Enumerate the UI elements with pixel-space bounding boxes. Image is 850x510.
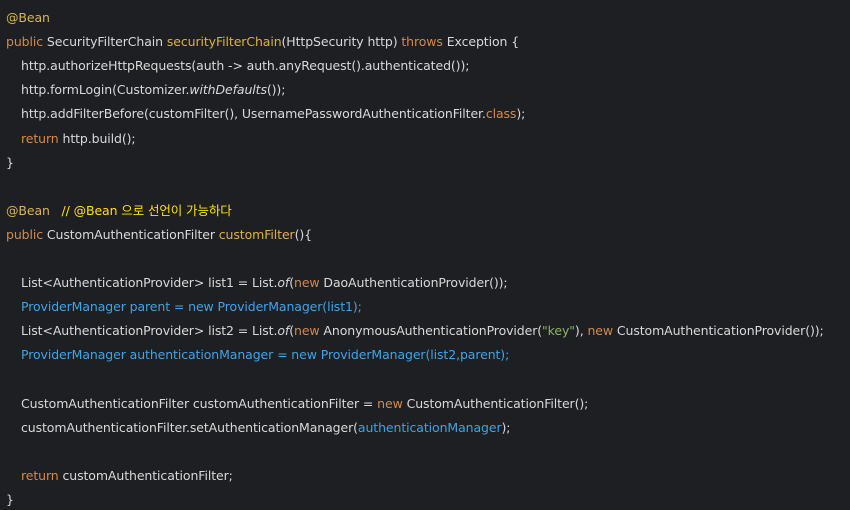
code-token: http.formLogin(Customizer. [21, 82, 190, 98]
code-line: public CustomAuthenticationFilter custom… [6, 225, 312, 245]
code-token: http.build(); [62, 130, 136, 146]
code-line: CustomAuthenticationFilter customAuthent… [21, 394, 588, 414]
code-token: "key" [542, 323, 575, 339]
code-token: ), [574, 323, 588, 339]
code-token: http.addFilterBefore(customFilter(), Use… [21, 106, 486, 122]
code-token: CustomAuthenticationFilter customAuthent… [21, 395, 378, 411]
code-token: customFilter [218, 226, 295, 242]
code-token: AnonymousAuthenticationProvider( [323, 323, 543, 339]
code-token: // @Bean 으로 선언이 가능하다 [61, 202, 232, 218]
code-line: return http.build(); [21, 129, 136, 149]
code-line: public SecurityFilterChain securityFilte… [6, 32, 519, 52]
code-token: throws [401, 34, 447, 50]
code-line: @Bean // @Bean 으로 선언이 가능하다 [6, 201, 232, 221]
code-token: SecurityFilterChain [46, 34, 167, 50]
code-token: ()); [266, 82, 286, 98]
code-token: ProviderManager parent = new ProviderMan… [21, 299, 362, 315]
code-line: ProviderManager parent = new ProviderMan… [21, 297, 362, 317]
code-token: new [587, 323, 617, 339]
code-line: } [6, 490, 14, 510]
code-token: withDefaults [189, 82, 267, 98]
code-token: @Bean [6, 202, 50, 218]
code-line: http.addFilterBefore(customFilter(), Use… [21, 104, 525, 124]
code-line: List<AuthenticationProvider> list2 = Lis… [21, 321, 824, 341]
code-token: of [277, 323, 290, 339]
code-token: ProviderManager authenticationManager = … [21, 347, 510, 363]
code-token: http.authorizeHttpRequests(auth -> auth.… [21, 58, 470, 74]
code-line: @Bean [6, 8, 50, 28]
code-token: (){ [294, 226, 313, 242]
code-token: (HttpSecurity http) [281, 34, 402, 50]
code-token: return [21, 130, 63, 146]
code-line: http.formLogin(Customizer.withDefaults()… [21, 80, 285, 100]
code-token: CustomAuthenticationProvider()); [616, 323, 824, 339]
code-token: Exception { [446, 34, 520, 50]
code-token: @Bean [6, 10, 50, 25]
code-line: http.authorizeHttpRequests(auth -> auth.… [21, 56, 469, 76]
code-token: return [21, 467, 63, 483]
code-token: securityFilterChain [166, 34, 282, 50]
code-line: ProviderManager authenticationManager = … [21, 345, 509, 365]
code-token: } [6, 154, 14, 170]
code-token: public [6, 226, 47, 242]
code-token: CustomAuthenticationFilter(); [406, 395, 589, 411]
code-token: public [6, 34, 47, 50]
code-token: authenticationManager [357, 419, 502, 435]
code-line: List<AuthenticationProvider> list1 = Lis… [21, 273, 508, 293]
code-token: List<AuthenticationProvider> list1 = Lis… [21, 275, 278, 291]
code-line: } [6, 153, 14, 173]
code-token: ); [516, 106, 526, 122]
code-token: customAuthenticationFilter; [62, 467, 233, 483]
code-token: DaoAuthenticationProvider()); [323, 275, 508, 291]
code-editor[interactable]: @Bean public SecurityFilterChain security… [0, 0, 850, 509]
code-token: new [294, 275, 324, 291]
code-line: customAuthenticationFilter.setAuthentica… [21, 418, 510, 438]
code-token: class [485, 106, 517, 122]
code-line: return customAuthenticationFilter; [21, 466, 233, 486]
code-token: ); [501, 419, 511, 435]
code-token: new [377, 395, 407, 411]
code-token: } [6, 492, 14, 507]
code-token: new [294, 323, 324, 339]
code-token: List<AuthenticationProvider> list2 = Lis… [21, 323, 278, 339]
code-token: of [277, 275, 290, 291]
code-token: customAuthenticationFilter.setAuthentica… [21, 419, 358, 435]
code-token: CustomAuthenticationFilter [46, 226, 219, 242]
